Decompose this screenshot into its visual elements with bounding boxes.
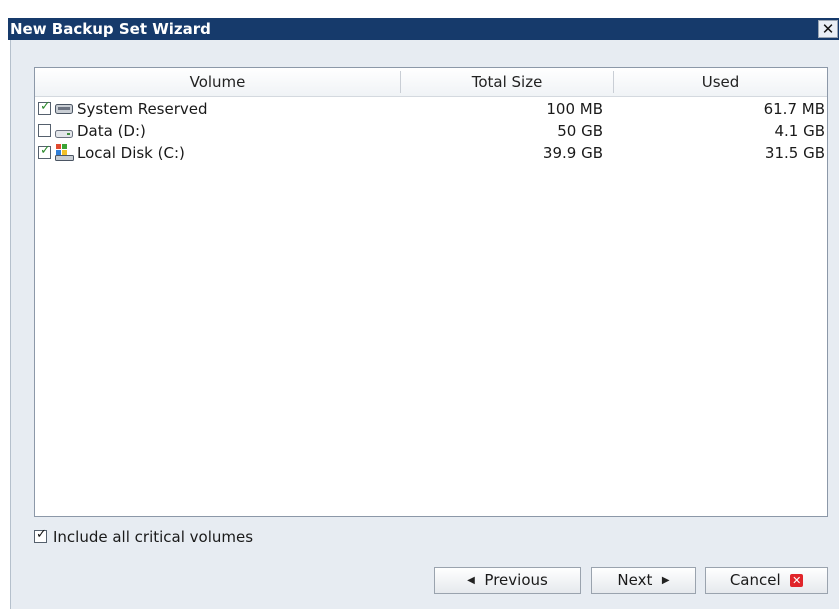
drive-icon	[55, 104, 73, 114]
previous-button[interactable]: ◀ Previous	[434, 567, 581, 594]
checkmark-icon: ✓	[36, 527, 47, 542]
window-title: New Backup Set Wizard	[10, 20, 211, 38]
next-button-label[interactable]: Next	[617, 571, 652, 589]
volume-used: 61.7 MB	[763, 100, 825, 118]
table-row[interactable]: ✓ Local Disk (C:) 39.9 GB 31.5 GB	[35, 142, 827, 164]
table-row[interactable]: ✓ System Reserved 100 MB 61.7 MB	[35, 98, 827, 120]
close-icon[interactable]: ✕	[822, 20, 835, 38]
cancel-button[interactable]: Cancel ✕	[705, 567, 828, 594]
arrow-left-icon: ◀	[467, 575, 475, 586]
volume-total-size: 39.9 GB	[542, 144, 603, 162]
include-critical-volumes-checkbox[interactable]: ✓	[34, 527, 47, 543]
next-button[interactable]: Next ▶	[591, 567, 696, 594]
cancel-icon: ✕	[790, 574, 804, 587]
column-header-volume[interactable]: Volume	[35, 68, 400, 96]
row-checkbox[interactable]: ✓	[38, 143, 51, 159]
column-header-used[interactable]: Used	[614, 68, 827, 96]
windows-drive-icon	[55, 144, 74, 161]
checkmark-icon: ✓	[40, 99, 51, 114]
table-row[interactable]: Data (D:) 50 GB 4.1 GB	[35, 120, 827, 142]
column-header-total-size[interactable]: Total Size	[401, 68, 613, 96]
cancel-button-label[interactable]: Cancel	[730, 571, 781, 589]
arrow-right-icon: ▶	[661, 575, 670, 586]
volume-list[interactable]: Volume Total Size Used ✓ System Reserved…	[34, 67, 828, 517]
volume-used: 4.1 GB	[774, 122, 825, 140]
volume-used: 31.5 GB	[764, 144, 825, 162]
row-checkbox[interactable]	[38, 124, 51, 137]
close-button[interactable]: ✕	[818, 20, 838, 38]
volume-name: System Reserved	[77, 100, 208, 118]
volume-total-size: 50 GB	[557, 122, 603, 140]
volume-list-header: Volume Total Size Used	[35, 68, 827, 97]
removable-drive-icon	[55, 130, 73, 138]
title-bar: New Backup Set Wizard ✕	[0, 0, 839, 40]
wizard-window: New Backup Set Wizard ✕ Volume Total Siz…	[0, 0, 839, 609]
include-critical-volumes-label[interactable]: Include all critical volumes	[53, 527, 253, 547]
checkmark-icon: ✓	[40, 143, 51, 158]
row-checkbox[interactable]: ✓	[38, 99, 51, 115]
previous-button-label[interactable]: Previous	[484, 571, 547, 589]
volume-name: Data (D:)	[77, 122, 146, 140]
volume-name: Local Disk (C:)	[77, 144, 185, 162]
volume-total-size: 100 MB	[546, 100, 603, 118]
